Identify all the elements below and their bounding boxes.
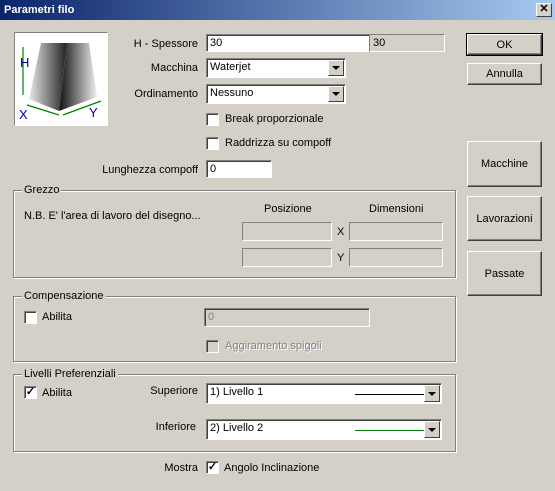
macchina-value: Waterjet — [210, 61, 251, 73]
inferiore-dropdown-button[interactable] — [424, 421, 440, 438]
break-proporzionale-label[interactable]: Break proporzionale — [225, 112, 323, 126]
angolo-inclinazione-label[interactable]: Angolo Inclinazione — [224, 461, 319, 475]
aggiramento-label[interactable]: Aggiramento spigoli — [225, 339, 322, 353]
superiore-select[interactable]: 1) Livello 1 — [206, 383, 442, 404]
ordinamento-label: Ordinamento — [134, 88, 198, 100]
chevron-down-icon — [428, 391, 436, 396]
ordinamento-select[interactable]: Nessuno — [206, 84, 346, 104]
posizione-y-field — [242, 248, 332, 267]
spessore-label: H - Spessore — [133, 38, 198, 50]
spessore-readout: 30 — [369, 34, 445, 52]
window-title: Parametri filo — [4, 4, 75, 16]
icon-y-label: Y — [89, 105, 98, 120]
ok-button[interactable]: OK — [466, 33, 543, 56]
macchina-label: Macchina — [150, 62, 198, 74]
lavorazioni-button[interactable]: Lavorazioni — [467, 196, 542, 241]
superiore-label: Superiore — [150, 385, 198, 397]
compensazione-abilita-checkbox[interactable] — [24, 311, 37, 324]
chevron-down-icon — [332, 66, 340, 70]
grezzo-note: N.B. E' l'area di lavoro del disegno... — [24, 210, 201, 222]
aggiramento-checkbox[interactable] — [206, 340, 219, 353]
close-button[interactable]: ✕ — [536, 3, 552, 17]
livelli-abilita-checkbox[interactable]: ✓ — [24, 386, 37, 399]
livelli-title: Livelli Preferenziali — [22, 368, 118, 380]
dimensioni-y-field — [349, 248, 443, 267]
inferiore-select[interactable]: 2) Livello 2 — [206, 419, 442, 440]
passate-button[interactable]: Passate — [467, 251, 542, 296]
wire-thickness-icon: H X Y — [14, 32, 108, 126]
macchina-select[interactable]: Waterjet — [206, 58, 346, 78]
grezzo-title: Grezzo — [22, 184, 62, 196]
posizione-header: Posizione — [264, 203, 312, 215]
compensazione-value-input[interactable]: 0 — [204, 308, 370, 327]
window-titlebar: Parametri filo — [0, 0, 555, 20]
close-icon: ✕ — [539, 3, 549, 15]
chevron-down-icon — [332, 92, 340, 96]
dimensioni-x-field — [349, 222, 443, 241]
lunghezza-label: Lunghezza compoff — [102, 164, 198, 176]
superiore-dropdown-button[interactable] — [424, 385, 440, 402]
check-icon: ✓ — [25, 386, 36, 398]
spessore-input[interactable]: 30 — [206, 34, 370, 52]
compensazione-abilita-label[interactable]: Abilita — [42, 310, 72, 324]
superiore-value: 1) Livello 1 — [210, 386, 264, 398]
mostra-label: Mostra — [164, 462, 198, 474]
angolo-inclinazione-checkbox[interactable]: ✓ — [206, 461, 219, 474]
compensazione-title: Compensazione — [22, 290, 106, 302]
chevron-down-icon — [428, 427, 436, 432]
raddrizza-checkbox[interactable] — [206, 137, 219, 150]
livelli-abilita-label[interactable]: Abilita — [42, 386, 72, 400]
wire-thickness-graphic: H X Y — [19, 43, 102, 122]
posizione-x-field — [242, 222, 332, 241]
annulla-button[interactable]: Annulla — [467, 63, 542, 85]
grezzo-x-label: X — [337, 226, 345, 238]
ordinamento-value: Nessuno — [210, 87, 254, 99]
dimensioni-header: Dimensioni — [369, 203, 424, 215]
macchina-dropdown-button[interactable] — [328, 60, 344, 76]
grezzo-y-label: Y — [337, 252, 345, 264]
macchine-button[interactable]: Macchine — [467, 141, 542, 187]
inferiore-value: 2) Livello 2 — [210, 422, 264, 434]
inferiore-line-swatch — [355, 430, 425, 431]
icon-h-label: H — [20, 55, 29, 70]
inferiore-label: Inferiore — [155, 421, 196, 433]
raddrizza-label[interactable]: Raddrizza su compoff — [225, 136, 331, 150]
check-icon: ✓ — [207, 461, 218, 473]
superiore-line-swatch — [355, 394, 425, 395]
ordinamento-dropdown-button[interactable] — [328, 86, 344, 102]
icon-x-label: X — [19, 107, 28, 122]
break-proporzionale-checkbox[interactable] — [206, 113, 219, 126]
lunghezza-input[interactable]: 0 — [206, 160, 272, 178]
